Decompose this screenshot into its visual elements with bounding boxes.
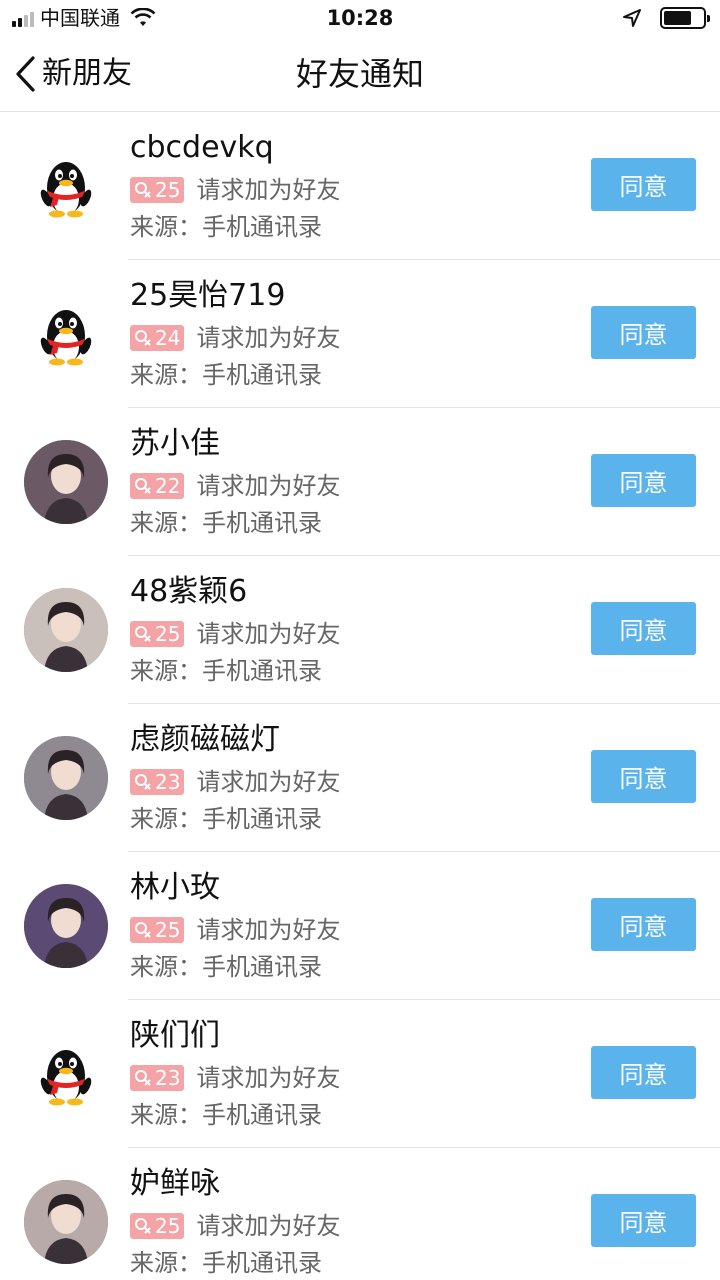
source-text: 来源：手机通讯录 — [130, 805, 322, 833]
friend-name: cbcdevkq — [130, 130, 274, 165]
profile-photo — [24, 736, 108, 820]
source-text: 来源：手机通讯录 — [130, 509, 322, 537]
list-item: 林小玫 25 请求加为好友 来源：手机通讯录 同意 — [0, 852, 720, 1000]
profile-photo — [24, 884, 108, 968]
battery-icon — [660, 7, 710, 29]
request-text: 请求加为好友 — [196, 176, 341, 204]
status-bar: 中国联通 10:28 — [0, 0, 720, 36]
profile-photo — [24, 588, 108, 672]
female-icon — [135, 774, 151, 790]
request-text: 请求加为好友 — [196, 1212, 341, 1240]
female-icon — [135, 922, 151, 938]
friend-name: 妒鲜咏 — [130, 1166, 220, 1201]
agree-button[interactable]: 同意 — [591, 1194, 696, 1247]
female-icon — [135, 1070, 151, 1086]
female-icon — [135, 478, 151, 494]
list-item: 虑颜磁磁灯 23 请求加为好友 来源：手机通讯录 同意 — [0, 704, 720, 852]
female-icon — [135, 182, 151, 198]
source-text: 来源：手机通讯录 — [130, 657, 322, 685]
friend-request-list: cbcdevkq 25 请求加为好友 来源：手机通讯录 同意 25昊怡719 24… — [0, 112, 720, 1280]
agree-button[interactable]: 同意 — [591, 1046, 696, 1099]
request-text: 请求加为好友 — [196, 324, 341, 352]
avatar[interactable] — [24, 736, 108, 820]
avatar[interactable] — [24, 884, 108, 968]
avatar[interactable] — [24, 1032, 108, 1116]
agree-button[interactable]: 同意 — [591, 306, 696, 359]
friend-name: 虑颜磁磁灯 — [130, 722, 280, 757]
request-text: 请求加为好友 — [196, 768, 341, 796]
avatar[interactable] — [24, 292, 108, 376]
source-text: 来源：手机通讯录 — [130, 1101, 322, 1129]
qq-penguin-icon — [24, 292, 108, 376]
avatar[interactable] — [24, 1180, 108, 1264]
request-text: 请求加为好友 — [196, 1064, 341, 1092]
source-text: 来源：手机通讯录 — [130, 361, 322, 389]
friend-name: 陕们们 — [130, 1018, 220, 1053]
request-text: 请求加为好友 — [196, 472, 341, 500]
list-item: 48紫颖6 25 请求加为好友 来源：手机通讯录 同意 — [0, 556, 720, 704]
agree-button[interactable]: 同意 — [591, 898, 696, 951]
age-badge: 25 — [130, 177, 185, 203]
location-arrow-icon — [623, 9, 641, 27]
agree-button[interactable]: 同意 — [591, 750, 696, 803]
friend-name: 48紫颖6 — [130, 574, 248, 609]
age-badge: 23 — [130, 1065, 185, 1091]
source-text: 来源：手机通讯录 — [130, 1249, 322, 1277]
friend-name: 25昊怡719 — [130, 278, 286, 313]
navigation-bar: 新朋友 好友通知 — [0, 36, 720, 112]
agree-button[interactable]: 同意 — [591, 454, 696, 507]
age-badge: 25 — [130, 1213, 185, 1239]
female-icon — [135, 330, 151, 346]
age-badge: 23 — [130, 769, 185, 795]
avatar[interactable] — [24, 588, 108, 672]
list-item: 苏小佳 22 请求加为好友 来源：手机通讯录 同意 — [0, 408, 720, 556]
female-icon — [135, 1218, 151, 1234]
friend-name: 林小玫 — [130, 870, 220, 905]
age-badge: 24 — [130, 325, 185, 351]
age-badge: 25 — [130, 917, 185, 943]
qq-penguin-icon — [24, 144, 108, 228]
list-item: 陕们们 23 请求加为好友 来源：手机通讯录 同意 — [0, 1000, 720, 1148]
agree-button[interactable]: 同意 — [591, 158, 696, 211]
source-text: 来源：手机通讯录 — [130, 953, 322, 981]
profile-photo — [24, 1180, 108, 1264]
avatar[interactable] — [24, 440, 108, 524]
list-item: 妒鲜咏 25 请求加为好友 来源：手机通讯录 同意 — [0, 1148, 720, 1280]
agree-button[interactable]: 同意 — [591, 602, 696, 655]
page-title: 好友通知 — [295, 55, 424, 93]
request-text: 请求加为好友 — [196, 620, 341, 648]
request-text: 请求加为好友 — [196, 916, 341, 944]
friend-name: 苏小佳 — [130, 426, 220, 461]
list-item: cbcdevkq 25 请求加为好友 来源：手机通讯录 同意 — [0, 112, 720, 260]
qq-penguin-icon — [24, 1032, 108, 1116]
status-time: 10:28 — [326, 6, 394, 30]
list-item: 25昊怡719 24 请求加为好友 来源：手机通讯录 同意 — [0, 260, 720, 408]
profile-photo — [24, 440, 108, 524]
age-badge: 22 — [130, 473, 185, 499]
avatar[interactable] — [24, 144, 108, 228]
female-icon — [135, 626, 151, 642]
age-badge: 25 — [130, 621, 185, 647]
source-text: 来源：手机通讯录 — [130, 213, 322, 241]
